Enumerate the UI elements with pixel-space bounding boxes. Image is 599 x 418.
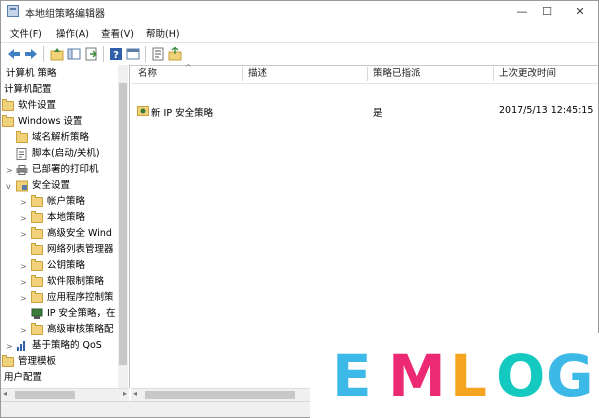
column-header-description[interactable]: 描述 — [248, 65, 267, 83]
properties-icon[interactable] — [126, 47, 140, 61]
folder-icon — [31, 291, 43, 303]
title-bar: 本地组策略编辑器 — ☐ ✕ — [1, 1, 598, 22]
folder-icon — [31, 227, 43, 239]
expand-icon[interactable]: > — [6, 163, 13, 179]
maximize-button[interactable]: ☐ — [532, 1, 562, 22]
folder-icon — [31, 323, 43, 335]
expand-icon[interactable]: > — [20, 195, 27, 211]
menu-file[interactable]: 文件(F) — [10, 26, 42, 40]
folder-lock-icon — [31, 211, 43, 223]
logo-letter-l: L — [450, 342, 487, 410]
collapse-icon[interactable]: v — [6, 179, 11, 195]
toolbar-separator — [145, 46, 146, 62]
column-header-name[interactable]: 名称 — [138, 65, 157, 83]
logo-letter-e: E — [332, 342, 372, 410]
toolbar-separator — [103, 46, 104, 62]
expand-icon[interactable]: > — [6, 339, 13, 355]
column-divider[interactable] — [367, 67, 368, 81]
ip-policy-icon — [137, 106, 149, 116]
ip-security-icon — [31, 308, 43, 319]
show-hide-tree-icon[interactable] — [67, 47, 81, 61]
menu-action[interactable]: 操作(A) — [56, 26, 89, 40]
expand-icon[interactable]: > — [20, 291, 27, 307]
policy-icon[interactable] — [151, 47, 165, 61]
security-settings-icon — [16, 180, 28, 192]
close-button[interactable]: ✕ — [565, 1, 595, 22]
column-header-modified[interactable]: 上次更改时间 — [499, 65, 556, 83]
column-header-assigned[interactable]: 策略已指派 — [373, 65, 421, 83]
tree-vertical-scrollbar[interactable] — [118, 65, 128, 388]
folder-icon — [31, 243, 43, 255]
scroll-left-icon[interactable]: ◂ — [133, 389, 137, 398]
toolbar-separator — [43, 46, 44, 62]
qos-chart-icon — [17, 341, 25, 351]
cell-assigned: 是 — [373, 108, 383, 119]
list-hscroll-thumb[interactable] — [145, 391, 295, 399]
header-separator — [131, 83, 598, 84]
logo-letter-o: O — [496, 342, 546, 410]
folder-icon — [2, 115, 14, 127]
menu-bar: 文件(F) 操作(A) 查看(V) 帮助(H) — [1, 23, 598, 41]
sort-ascending-icon: ^ — [185, 63, 192, 72]
scroll-right-icon[interactable]: ▸ — [123, 389, 127, 398]
scroll-left-icon[interactable]: ◂ — [3, 389, 7, 398]
tree-scroll-thumb[interactable] — [119, 83, 127, 365]
expand-icon[interactable]: > — [20, 275, 27, 291]
folder-icon — [16, 131, 28, 143]
window-title: 本地组策略编辑器 — [25, 9, 105, 20]
expand-icon[interactable]: > — [20, 211, 27, 227]
expand-icon[interactable]: > — [20, 259, 27, 275]
column-divider[interactable] — [493, 67, 494, 81]
app-icon — [7, 5, 19, 17]
expand-icon[interactable]: > — [20, 227, 27, 243]
tree-hscroll-thumb[interactable] — [15, 391, 75, 399]
folder-icon — [2, 355, 14, 367]
expand-icon[interactable]: > — [20, 323, 27, 339]
logo-letter-m: M — [388, 342, 446, 410]
svg-text:?: ? — [113, 50, 119, 61]
console-tree: 计算机 策略 计算机配置 软件设置 Windows 设置 域名解析策略 脚本(启… — [1, 65, 130, 388]
printer-icon — [16, 165, 28, 175]
up-folder-icon[interactable] — [50, 47, 64, 61]
folder-icon — [31, 275, 43, 287]
forward-arrow-icon[interactable] — [24, 47, 38, 61]
folder-icon — [2, 99, 14, 111]
help-icon[interactable]: ? — [109, 47, 123, 61]
cell-modified: 2017/5/13 12:45:15 — [499, 105, 594, 116]
cell-name: 新 IP 安全策略 — [151, 108, 214, 119]
logo-letter-g: G — [546, 342, 594, 410]
back-arrow-icon[interactable] — [7, 47, 21, 61]
menu-help[interactable]: 帮助(H) — [146, 26, 180, 40]
menu-view[interactable]: 查看(V) — [101, 26, 134, 40]
toolbar: ? — [1, 42, 598, 66]
up-level-icon[interactable] — [168, 47, 182, 61]
column-divider[interactable] — [242, 67, 243, 81]
folder-icon — [31, 259, 43, 271]
script-icon — [16, 148, 27, 160]
export-list-icon[interactable] — [84, 47, 98, 61]
tree-horizontal-scrollbar[interactable]: ◂ ▸ — [1, 388, 129, 401]
list-horizontal-scrollbar[interactable]: ◂ — [131, 388, 311, 401]
emlog-watermark: E M L O G — [310, 333, 599, 418]
folder-lock-icon — [31, 195, 43, 207]
